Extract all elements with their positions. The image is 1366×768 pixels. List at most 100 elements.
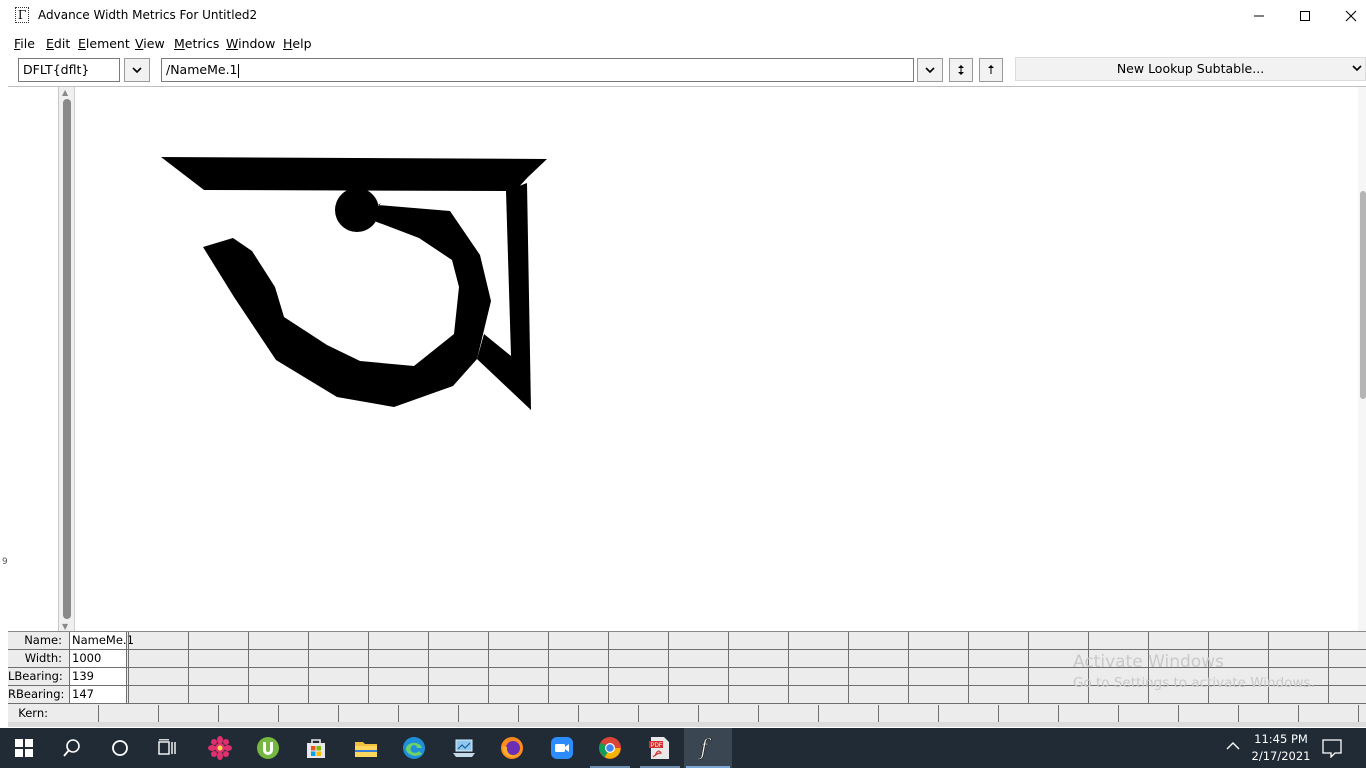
grid-column-line bbox=[1328, 632, 1329, 704]
svg-text:PDF: PDF bbox=[651, 743, 663, 749]
chrome-icon[interactable] bbox=[586, 728, 634, 768]
left-marker: 9 bbox=[2, 557, 8, 567]
glyph-outline[interactable] bbox=[8, 87, 1358, 632]
windows-start-icon[interactable] bbox=[0, 728, 48, 768]
svg-text:ƒ: ƒ bbox=[698, 736, 712, 761]
kern-column-line bbox=[1298, 705, 1299, 722]
kern-column-line bbox=[98, 705, 99, 722]
grid-column-line bbox=[428, 632, 429, 704]
kern-column-line bbox=[398, 705, 399, 722]
task-view-icon[interactable] bbox=[144, 728, 192, 768]
lookup-subtable-label: New Lookup Subtable... bbox=[1116, 61, 1265, 76]
pdf-reader-icon[interactable]: PDF bbox=[636, 728, 684, 768]
kern-column-line bbox=[1358, 705, 1359, 722]
menu-element[interactable]: Element bbox=[78, 36, 130, 51]
grid-column-line bbox=[368, 632, 369, 704]
grid-column-line bbox=[968, 632, 969, 704]
vertical-metrics-button[interactable] bbox=[949, 58, 973, 82]
name-label: Name: bbox=[24, 633, 62, 647]
width-value[interactable]: 1000 bbox=[69, 650, 127, 667]
grid-column-line bbox=[128, 632, 129, 704]
kern-column-line bbox=[578, 705, 579, 722]
store-icon[interactable] bbox=[292, 728, 340, 768]
lookup-subtable-select[interactable]: New Lookup Subtable... bbox=[1015, 57, 1366, 81]
grid-column-line bbox=[548, 632, 549, 704]
clock-time: 11:45 PM bbox=[1254, 732, 1308, 746]
activation-watermark: Activate Windows Go to Settings to activ… bbox=[1073, 652, 1315, 691]
menu-view[interactable]: View bbox=[135, 36, 165, 51]
utorrent-icon[interactable] bbox=[244, 728, 292, 768]
cortana-icon[interactable] bbox=[96, 728, 144, 768]
script-dropdown-button[interactable] bbox=[124, 58, 150, 82]
menu-file[interactable]: File bbox=[14, 36, 35, 51]
right-scrollbar-thumb[interactable] bbox=[1360, 191, 1366, 399]
fontforge-icon[interactable]: ƒ bbox=[684, 728, 732, 768]
horizontal-scrollbar[interactable] bbox=[8, 722, 1366, 727]
taskbar: PDF ƒ 11:45 PM 2/17/2021 bbox=[0, 728, 1366, 768]
grid-column-line bbox=[188, 632, 189, 704]
kern-label: Kern: bbox=[18, 706, 48, 720]
kern-column-line bbox=[1178, 705, 1179, 722]
grid-column-line bbox=[608, 632, 609, 704]
script-lang-field[interactable]: DFLT{dflt} bbox=[18, 58, 120, 82]
edge-icon[interactable] bbox=[390, 728, 438, 768]
lbearing-value[interactable]: 139 bbox=[69, 668, 127, 685]
glyph-text-dropdown-button[interactable] bbox=[917, 58, 943, 82]
kern-column-line bbox=[878, 705, 879, 722]
metrics-row-kern: Kern: bbox=[8, 705, 1366, 722]
metrics-panel: Name: NameMe.1 Width: 1000 LBearing: 139… bbox=[8, 631, 1366, 727]
text-cursor bbox=[237, 63, 239, 78]
menu-metrics[interactable]: Metrics bbox=[174, 36, 219, 51]
toolbar: DFLT{dflt} /NameMe.1 New Lookup Subtable… bbox=[0, 55, 1366, 85]
glyph-text-value: /NameMe.1 bbox=[166, 62, 238, 77]
file-explorer-icon[interactable] bbox=[342, 728, 390, 768]
fontforge-app-icon[interactable]: Γ bbox=[15, 7, 29, 23]
watermark-line1: Activate Windows bbox=[1073, 652, 1224, 672]
maximize-icon bbox=[1300, 10, 1310, 21]
kern-column-line bbox=[758, 705, 759, 722]
title-bar: Γ Advance Width Metrics For Untitled2 bbox=[0, 0, 1366, 31]
glyph-shape bbox=[161, 157, 547, 410]
kern-column-line bbox=[638, 705, 639, 722]
rbearing-value[interactable]: 147 bbox=[69, 686, 127, 703]
menu-help[interactable]: Help bbox=[283, 36, 312, 51]
kern-column-line bbox=[158, 705, 159, 722]
system-clock[interactable]: 11:45 PM 2/17/2021 bbox=[1250, 731, 1312, 765]
grid-column-line bbox=[308, 632, 309, 704]
grid-column-line bbox=[728, 632, 729, 704]
close-button[interactable] bbox=[1328, 0, 1366, 31]
network-laptop-icon[interactable] bbox=[440, 728, 488, 768]
notification-icon[interactable] bbox=[1322, 738, 1342, 761]
maximize-button[interactable] bbox=[1282, 0, 1328, 31]
glyph-text-input[interactable]: /NameMe.1 bbox=[161, 58, 914, 82]
kern-column-line bbox=[1118, 705, 1119, 722]
zoom-icon[interactable] bbox=[538, 728, 586, 768]
kern-column-line bbox=[938, 705, 939, 722]
minimize-button[interactable] bbox=[1236, 0, 1282, 31]
watermark-line2: Go to Settings to activate Windows. bbox=[1073, 675, 1315, 691]
grid-column-line bbox=[668, 632, 669, 704]
clock-date: 2/17/2021 bbox=[1251, 749, 1311, 763]
rbearing-label: RBearing: bbox=[8, 687, 65, 701]
window-title: Advance Width Metrics For Untitled2 bbox=[38, 8, 258, 22]
rtl-toggle-button[interactable] bbox=[979, 58, 1003, 82]
tray-chevron-up-icon[interactable] bbox=[1226, 740, 1240, 754]
chevron-down-icon bbox=[132, 66, 142, 73]
width-label: Width: bbox=[24, 651, 62, 665]
kern-column-line bbox=[818, 705, 819, 722]
kern-column-line bbox=[218, 705, 219, 722]
chevron-down-icon bbox=[1352, 58, 1362, 87]
menu-bar: File Edit Element View Metrics Window He… bbox=[0, 32, 1366, 54]
grid-column-line bbox=[848, 632, 849, 704]
right-scrollbar[interactable] bbox=[1358, 87, 1366, 632]
menu-window[interactable]: Window bbox=[226, 36, 275, 51]
firefox-icon[interactable] bbox=[488, 728, 536, 768]
metrics-canvas[interactable]: 9 ▲ ▼ bbox=[2, 86, 1366, 632]
kern-column-line bbox=[458, 705, 459, 722]
name-value[interactable]: NameMe.1 bbox=[69, 632, 134, 649]
up-arrow-icon bbox=[988, 65, 994, 74]
menu-edit[interactable]: Edit bbox=[46, 36, 70, 51]
updown-arrow-icon bbox=[958, 65, 964, 75]
flower-app-icon[interactable] bbox=[196, 728, 244, 768]
search-icon[interactable] bbox=[48, 728, 96, 768]
